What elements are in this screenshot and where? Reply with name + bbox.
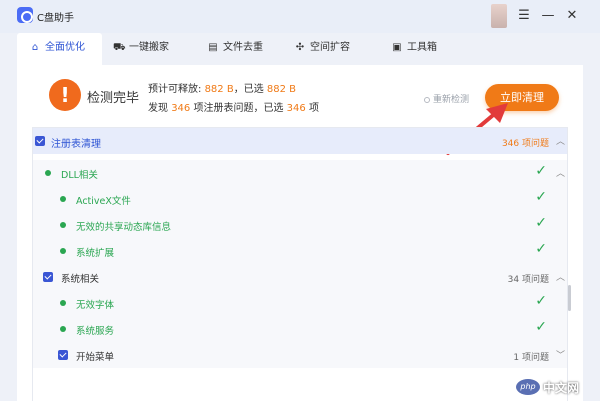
- start-menu-issue-count: 1 项问题: [513, 353, 549, 363]
- registry-issue-count: 346 项问题: [501, 139, 549, 149]
- registry-clean-label: 注册表清理: [51, 139, 101, 150]
- toolbox-icon: ▣: [392, 42, 402, 53]
- start-menu-label: 开始菜单: [76, 352, 115, 363]
- registry-clean-row[interactable]: 注册表清理 346 项问题 ︿: [33, 128, 567, 154]
- status-dot-icon: [45, 170, 51, 176]
- registry-issue-list: 注册表清理 346 项问题 ︿ DLL相关 ✓ ︿ ActiveX文件 ✓ 无效…: [32, 127, 568, 401]
- issues-summary: 发现 346 项注册表问题，已选 346 项: [148, 99, 319, 114]
- watermark-text: 中文网: [543, 381, 580, 395]
- check-icon: ✓: [535, 241, 547, 257]
- tab-label: 文件去重: [223, 42, 263, 53]
- chevron-up-icon[interactable]: ︿: [556, 270, 565, 283]
- status-dot-icon: [60, 300, 66, 306]
- chevron-up-icon[interactable]: ︿: [556, 134, 565, 147]
- status-dot-icon: [60, 222, 66, 228]
- items-suffix: 项: [308, 103, 319, 114]
- main-panel: ! 检测完毕 预计可释放: 882 B，已选 882 B 发现 346 项注册表…: [17, 65, 583, 401]
- avatar[interactable]: [491, 4, 507, 28]
- app-logo-icon: [17, 7, 33, 23]
- status-title: 检测完毕: [87, 91, 140, 106]
- release-value: 882 B: [204, 84, 234, 95]
- tab-full-optimize[interactable]: ⌂ 全面优化: [17, 33, 102, 65]
- close-icon[interactable]: ✕: [563, 7, 581, 25]
- list-item[interactable]: 无效字体 ✓: [33, 290, 567, 316]
- tab-label: 一键搬家: [129, 42, 169, 53]
- list-item[interactable]: 无效的共享动态库信息 ✓: [33, 212, 567, 238]
- list-item-label: 无效字体: [76, 300, 115, 311]
- list-item[interactable]: 系统扩展 ✓: [33, 238, 567, 264]
- system-group-row[interactable]: 系统相关 34 项问题 ︿: [33, 264, 567, 290]
- tab-label: 全面优化: [45, 42, 85, 53]
- registry-clean-checkbox[interactable]: [35, 136, 45, 146]
- refresh-icon: [424, 96, 430, 103]
- issues-found-count: 346: [171, 103, 191, 114]
- issues-label: 项注册表问题，已选: [193, 103, 284, 114]
- list-item-label: 系统扩展: [76, 248, 115, 259]
- start-menu-checkbox[interactable]: [58, 350, 68, 360]
- status-dot-icon: [60, 326, 66, 332]
- system-group-checkbox[interactable]: [43, 272, 53, 282]
- chevron-up-icon[interactable]: ︿: [556, 166, 565, 179]
- check-icon: ✓: [535, 163, 547, 179]
- list-item-label: ActiveX文件: [76, 196, 131, 207]
- release-summary: 预计可释放: 882 B，已选 882 B: [148, 80, 296, 95]
- issues-selected-count: 346: [286, 103, 306, 114]
- tab-label: 工具箱: [407, 42, 437, 53]
- tab-bar: ⌂ 全面优化 ⛟ 一键搬家 ▤ 文件去重 ✣ 空间扩容 ▣ 工具箱: [17, 33, 600, 65]
- watermark-logo: php: [516, 379, 540, 395]
- selected-label: ，已选: [233, 84, 264, 95]
- expand-icon: ✣: [295, 42, 305, 53]
- dll-group-label: DLL相关: [61, 170, 98, 181]
- warning-icon: !: [49, 79, 81, 111]
- truck-icon: ⛟: [113, 42, 126, 53]
- tab-label: 空间扩容: [310, 42, 350, 53]
- status-dot-icon: [60, 196, 66, 202]
- dll-group-row[interactable]: DLL相关 ✓ ︿: [33, 160, 567, 186]
- list-scrollbar[interactable]: [568, 285, 571, 311]
- minimize-icon[interactable]: —: [539, 7, 557, 25]
- list-item-label: 系统服务: [76, 326, 115, 337]
- file-icon: ▤: [208, 42, 218, 53]
- list-item[interactable]: 系统服务 ✓: [33, 316, 567, 342]
- start-menu-row[interactable]: 开始菜单 1 项问题 ﹀: [33, 342, 567, 368]
- system-issue-count: 34 项问题: [507, 275, 549, 285]
- check-icon: ✓: [535, 189, 547, 205]
- list-item[interactable]: ActiveX文件 ✓: [33, 186, 567, 212]
- chevron-down-icon[interactable]: ﹀: [556, 348, 565, 361]
- check-icon: ✓: [535, 293, 547, 309]
- title-bar: C盘助手 ☰ — ✕: [0, 0, 600, 33]
- check-icon: ✓: [535, 215, 547, 231]
- home-icon: ⌂: [31, 42, 39, 53]
- app-title: C盘助手: [37, 13, 74, 24]
- check-icon: ✓: [535, 319, 547, 335]
- release-label: 预计可释放:: [148, 84, 202, 95]
- tab-one-click-move[interactable]: ⛟ 一键搬家: [113, 33, 205, 65]
- tab-file-dedupe[interactable]: ▤ 文件去重: [207, 33, 285, 65]
- system-group-label: 系统相关: [61, 274, 100, 285]
- tab-space-expand[interactable]: ✣ 空间扩容: [294, 33, 380, 65]
- menu-icon[interactable]: ☰: [515, 7, 533, 25]
- found-label: 发现: [148, 103, 168, 114]
- status-dot-icon: [60, 248, 66, 254]
- list-item-label: 无效的共享动态库信息: [76, 222, 172, 233]
- watermark: php 中文网: [516, 377, 596, 397]
- selected-size-value: 882 B: [266, 84, 297, 95]
- tab-toolbox[interactable]: ▣ 工具箱: [391, 33, 461, 65]
